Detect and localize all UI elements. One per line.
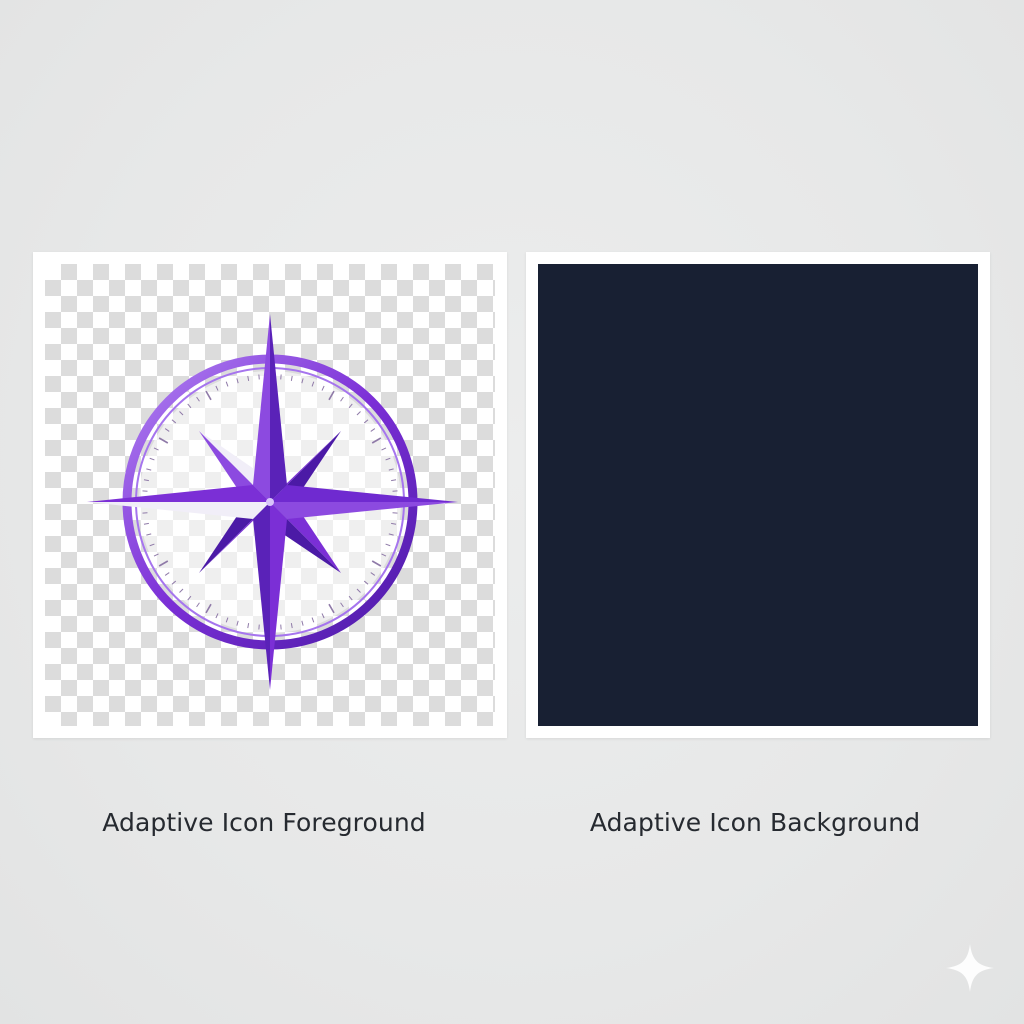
foreground-panel (33, 252, 507, 738)
foreground-caption: Adaptive Icon Foreground (102, 808, 426, 837)
sparkle-icon (946, 944, 994, 992)
compass-center-pin (266, 498, 274, 506)
background-color-swatch (538, 264, 978, 726)
compass-rose-icon (87, 314, 458, 690)
background-panel (526, 252, 990, 738)
background-caption: Adaptive Icon Background (589, 808, 921, 837)
